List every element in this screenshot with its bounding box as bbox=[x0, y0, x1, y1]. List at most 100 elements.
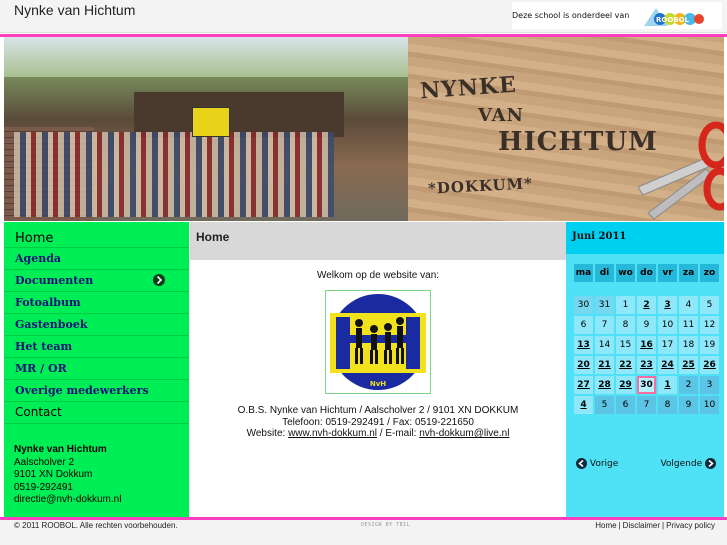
school-group-photo bbox=[4, 37, 408, 221]
menu-item-gastenboek[interactable]: Gastenboek bbox=[4, 314, 189, 336]
chevron-right-icon bbox=[153, 274, 165, 286]
nvh-logo-text: NvH bbox=[370, 380, 386, 388]
calendar-day[interactable]: 28 bbox=[595, 376, 614, 394]
calendar-nav: Vorige Volgende bbox=[576, 458, 716, 474]
site-title[interactable]: Nynke van Hichtum bbox=[14, 2, 135, 18]
calendar-day: 19 bbox=[700, 336, 719, 354]
website-prefix: Website: bbox=[246, 428, 289, 439]
chevron-left-icon bbox=[576, 458, 587, 469]
calendar-day[interactable]: 26 bbox=[700, 356, 719, 374]
calendar-day: 12 bbox=[700, 316, 719, 334]
menu-item-label: Contact bbox=[15, 405, 62, 419]
main-menu: Home Agenda Documenten Fotoalbum Gastenboek H… bbox=[4, 222, 189, 424]
menu-item-documenten[interactable]: Documenten bbox=[4, 270, 189, 292]
menu-item-label: Overige medewerkers bbox=[15, 384, 149, 397]
calendar-day: 14 bbox=[595, 336, 614, 354]
calendar-day: 7 bbox=[595, 316, 614, 334]
address-name: Nynke van Hichtum bbox=[14, 444, 107, 455]
calendar-day: 11 bbox=[679, 316, 698, 334]
calendar-prev-label: Vorige bbox=[589, 459, 619, 469]
calendar-day[interactable]: 20 bbox=[574, 356, 593, 374]
calendar-title: Juni 2011 bbox=[572, 231, 627, 242]
footer-link-disclaimer[interactable]: Disclaimer bbox=[623, 521, 660, 530]
top-bar: Nynke van Hichtum Deze school is onderde… bbox=[0, 0, 727, 33]
calendar-next-label: Volgende bbox=[660, 459, 703, 469]
header-banner: NYNKE VAN HICHTUM *DOKKUM* bbox=[4, 37, 724, 221]
calendar-day[interactable]: 21 bbox=[595, 356, 614, 374]
calendar-grid: ma di wo do vr za zo 30 31 1 2 3 4 5 6 7 8 9 10 11 12 13 14 15… bbox=[572, 262, 721, 416]
menu-item-contact[interactable]: Contact bbox=[4, 402, 189, 424]
calendar-prev-button[interactable]: Vorige bbox=[576, 458, 618, 469]
calendar-day[interactable]: 29 bbox=[616, 376, 635, 394]
footer-link-home[interactable]: Home bbox=[595, 521, 616, 530]
menu-item-agenda[interactable]: Agenda bbox=[4, 248, 189, 270]
calendar-day[interactable]: 23 bbox=[637, 356, 656, 374]
calendar-weekday: za bbox=[679, 264, 698, 282]
calendar-day: 5 bbox=[700, 296, 719, 314]
menu-item-fotoalbum[interactable]: Fotoalbum bbox=[4, 292, 189, 314]
calendar-day: 4 bbox=[679, 296, 698, 314]
sidebar: Home Agenda Documenten Fotoalbum Gastenboek H… bbox=[4, 222, 189, 518]
page-title: Home bbox=[196, 230, 230, 244]
calendar-day[interactable]: 25 bbox=[679, 356, 698, 374]
calendar-day: 10 bbox=[700, 396, 719, 414]
email-prefix: / E-mail: bbox=[377, 428, 420, 439]
calendar-day[interactable]: 24 bbox=[658, 356, 677, 374]
info-web-line: Website: www.nvh-dokkum.nl / E-mail: nvh… bbox=[190, 428, 566, 440]
koepel-text: Deze school is onderdeel van bbox=[512, 11, 630, 20]
school-flag bbox=[192, 107, 230, 137]
calendar-day[interactable]: 1 bbox=[658, 376, 677, 394]
address-city: 9101 XN Dokkum bbox=[14, 469, 93, 480]
email-link[interactable]: nvh-dokkum@live.nl bbox=[419, 428, 509, 439]
calendar-week-row: 13 14 15 16 17 18 19 bbox=[574, 336, 719, 354]
koepel-notice[interactable]: Deze school is onderdeel van ROOBOL bbox=[512, 2, 722, 29]
calendar-day[interactable]: 2 bbox=[637, 296, 656, 314]
menu-item-het-team[interactable]: Het team bbox=[4, 336, 189, 358]
menu-item-label: Home bbox=[15, 231, 54, 246]
calendar-day[interactable]: 27 bbox=[574, 376, 593, 394]
roobol-logo[interactable]: ROOBOL bbox=[642, 4, 704, 28]
welcome-text: Welkom op de website van: bbox=[316, 270, 440, 281]
calendar-weekday: vr bbox=[658, 264, 677, 282]
calendar-week-row: 6 7 8 9 10 11 12 bbox=[574, 316, 719, 334]
footer-link-privacy[interactable]: Privacy policy bbox=[666, 521, 715, 530]
calendar-day[interactable]: 4 bbox=[574, 396, 593, 414]
menu-item-overige-medewerkers[interactable]: Overige medewerkers bbox=[4, 380, 189, 402]
chevron-right-icon bbox=[705, 458, 716, 469]
website-link[interactable]: www.nvh-dokkum.nl bbox=[288, 428, 377, 439]
menu-item-label: Agenda bbox=[15, 252, 62, 265]
address-email[interactable]: directie@nvh-dokkum.nl bbox=[14, 494, 121, 507]
menu-item-home[interactable]: Home bbox=[4, 222, 189, 248]
wood-text-line: HICHTUM bbox=[498, 127, 658, 157]
footer: © 2011 ROOBOL. Alle rechten voorbehouden… bbox=[0, 520, 727, 545]
menu-item-mr-or[interactable]: MR / OR bbox=[4, 358, 189, 380]
menu-item-label: Het team bbox=[15, 340, 73, 353]
footer-credit[interactable]: DESIGN BY TBIL bbox=[361, 522, 410, 528]
calendar-day[interactable]: 13 bbox=[574, 336, 593, 354]
calendar-weekday: di bbox=[595, 264, 614, 282]
wood-text-line: VAN bbox=[478, 105, 524, 126]
calendar-panel: Juni 2011 ma di wo do vr za zo 30 31 1 2 3 4 5 6 7 8 9 10… bbox=[566, 222, 724, 518]
calendar-day: 1 bbox=[616, 296, 635, 314]
main-content: Home Welkom op de website van: NvH O.B.S… bbox=[190, 222, 566, 518]
calendar-day-today[interactable]: 30 bbox=[637, 376, 656, 394]
content-header: Home bbox=[190, 222, 566, 260]
roobol-logo-text: ROOBOL bbox=[656, 16, 690, 24]
wood-text-line: NYNKE bbox=[419, 71, 518, 105]
calendar-day: 9 bbox=[637, 316, 656, 334]
address-block: Nynke van Hichtum Aalscholver 2 9101 XN … bbox=[14, 444, 121, 507]
calendar-day: 3 bbox=[700, 376, 719, 394]
calendar-day: 2 bbox=[679, 376, 698, 394]
calendar-week-row: 20 21 22 23 24 25 26 bbox=[574, 356, 719, 374]
calendar-day: 15 bbox=[616, 336, 635, 354]
calendar-next-button[interactable]: Volgende bbox=[660, 458, 716, 469]
calendar-week-row: 30 31 1 2 3 4 5 bbox=[574, 296, 719, 314]
calendar-day[interactable]: 22 bbox=[616, 356, 635, 374]
calendar-day[interactable]: 3 bbox=[658, 296, 677, 314]
calendar-day[interactable]: 16 bbox=[637, 336, 656, 354]
calendar-day: 5 bbox=[595, 396, 614, 414]
menu-item-label: Documenten bbox=[15, 274, 94, 287]
calendar-area: ma di wo do vr za zo 30 31 1 2 3 4 5 6 7 8 9 10 11 12 13 14 15… bbox=[566, 254, 724, 518]
calendar-day: 9 bbox=[679, 396, 698, 414]
calendar-day: 17 bbox=[658, 336, 677, 354]
